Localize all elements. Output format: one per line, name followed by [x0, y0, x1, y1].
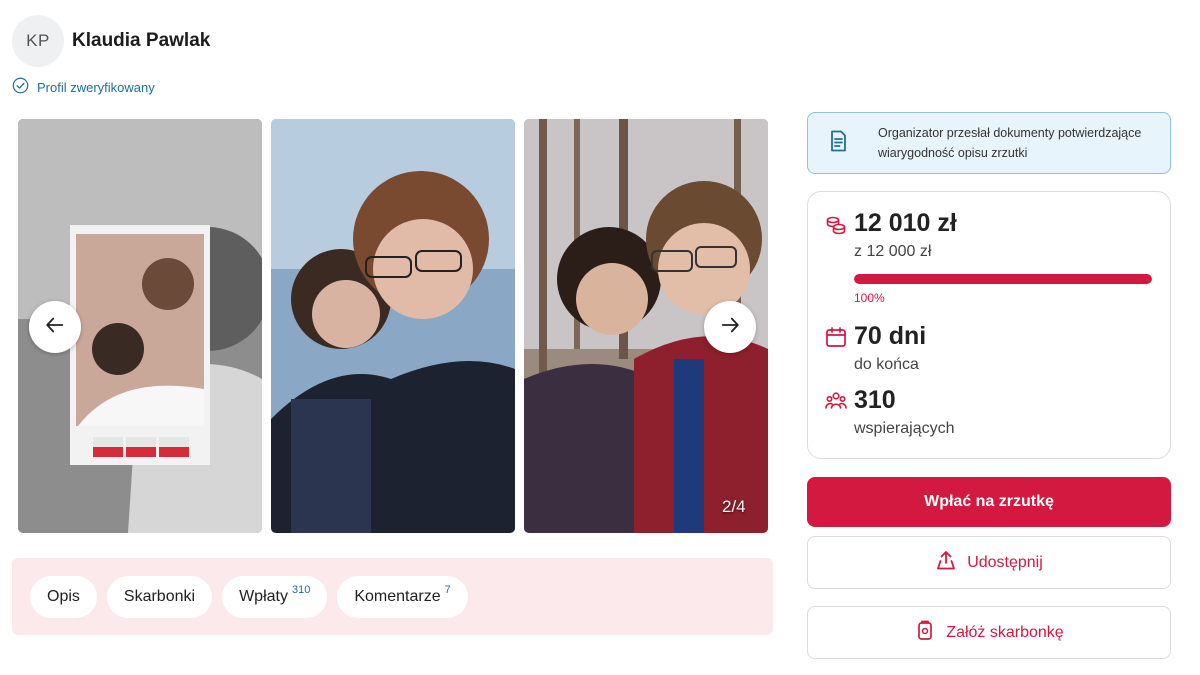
days-left-label: do końca — [854, 356, 919, 373]
tab-count: 7 — [444, 583, 451, 596]
documents-verified-notice: Organizator przesłał dokumenty potwierdz… — [807, 112, 1171, 174]
people-icon — [825, 390, 847, 412]
arrow-left-icon — [44, 314, 66, 341]
tab-label: Komentarze — [354, 587, 441, 605]
arrow-right-icon — [719, 314, 741, 341]
tab-wplaty[interactable]: Wpłaty 310 — [222, 575, 328, 618]
create-piggy-bank-button[interactable]: Załóż skarbonkę — [807, 606, 1171, 659]
document-icon — [826, 129, 850, 158]
check-circle-icon — [12, 77, 29, 97]
verified-label: Profil zweryfikowany — [37, 79, 155, 95]
calendar-icon — [825, 326, 847, 348]
coins-icon — [825, 214, 847, 236]
share-button[interactable]: Udostępnij — [807, 536, 1171, 589]
gallery-prev-button[interactable] — [29, 301, 81, 353]
tab-count: 310 — [291, 583, 311, 596]
donate-button[interactable]: Wpłać na zrzutkę — [807, 477, 1171, 527]
avatar[interactable]: KP — [12, 15, 64, 67]
tab-skarbonki[interactable]: Skarbonki — [106, 575, 213, 618]
section-tabs: Opis Skarbonki Wpłaty 310 Komentarze 7 — [12, 558, 773, 635]
tab-label: Wpłaty — [239, 587, 288, 605]
supporters-label: wspierających — [854, 420, 955, 437]
organizer-name[interactable]: Klaudia Pawlak — [72, 30, 210, 52]
gallery-counter: 2/4 — [722, 497, 746, 516]
tab-komentarze[interactable]: Komentarze 7 — [337, 575, 468, 618]
amount-raised: 12 010 zł — [854, 209, 957, 237]
supporters-count: 310 — [854, 386, 896, 414]
tab-label: Skarbonki — [123, 587, 196, 605]
tab-label: Opis — [47, 587, 80, 605]
progress-bar-fill — [854, 274, 1152, 284]
notice-text: Organizator przesłał dokumenty potwierdz… — [878, 126, 1142, 160]
share-label: Udostępnij — [967, 553, 1043, 571]
fundraiser-stats-card: 12 010 zł z 12 000 zł 100% 70 dni do koń… — [807, 191, 1171, 459]
progress-percent: 100% — [854, 291, 885, 305]
share-icon — [935, 549, 957, 576]
photo-gallery: 2/4 — [18, 119, 768, 533]
piggy-bank-label: Załóż skarbonkę — [946, 623, 1064, 641]
tab-opis[interactable]: Opis — [30, 575, 97, 618]
gallery-photo[interactable] — [271, 119, 515, 533]
progress-bar — [854, 274, 1152, 284]
piggy-bank-icon — [914, 619, 936, 646]
days-left: 70 dni — [854, 322, 927, 350]
gallery-next-button[interactable] — [704, 301, 756, 353]
verified-profile-badge: Profil zweryfikowany — [12, 77, 155, 97]
amount-goal: z 12 000 zł — [854, 243, 932, 260]
